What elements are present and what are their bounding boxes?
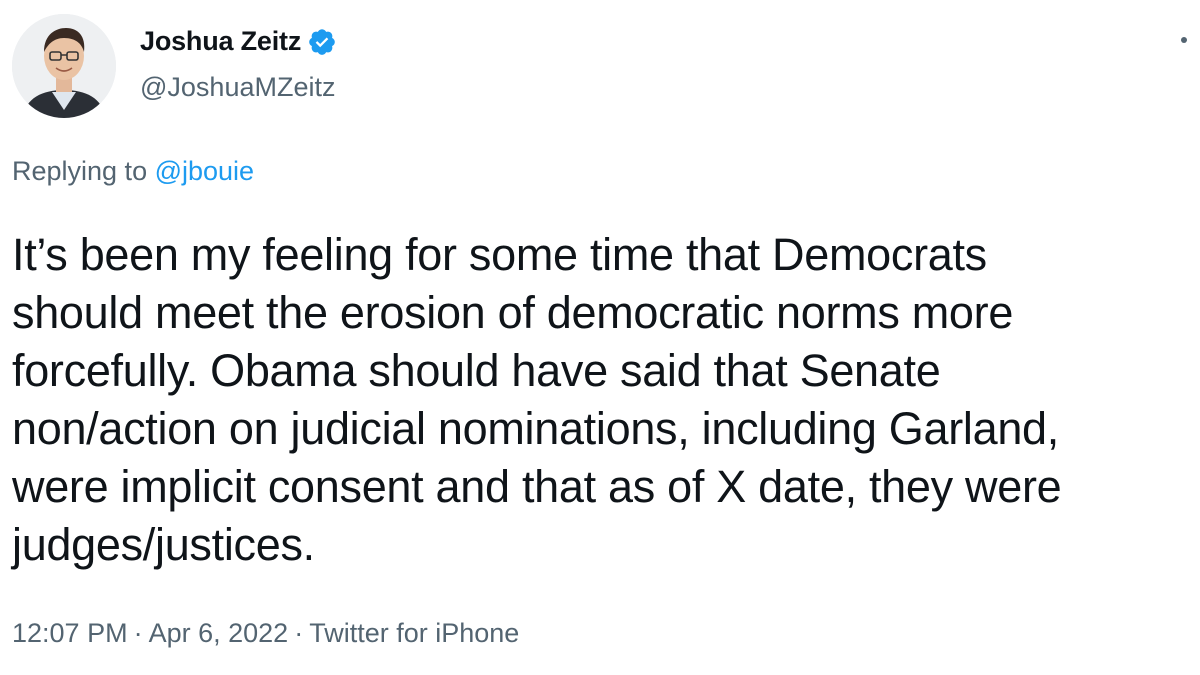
tweet-body-line: It’s been my feeling for some time that … <box>12 229 987 280</box>
tweet-time[interactable]: 12:07 PM <box>12 618 128 648</box>
author-display-name[interactable]: Joshua Zeitz <box>140 26 301 57</box>
meta-separator: · <box>133 618 143 648</box>
tweet-body: It’s been my feeling for some time that … <box>12 226 1192 574</box>
avatar-image <box>12 14 116 118</box>
tweet-body-line: should meet the erosion of democratic no… <box>12 287 1014 338</box>
verified-badge-icon <box>307 27 337 57</box>
reply-mention-link[interactable]: @jbouie <box>155 156 254 186</box>
author-handle[interactable]: @JoshuaMZeitz <box>140 72 335 103</box>
tweet-body-line: judges/justices. <box>12 519 315 570</box>
more-options-dot <box>1181 37 1187 43</box>
author-name-row: Joshua Zeitz <box>140 26 337 57</box>
tweet-card: Joshua Zeitz @JoshuaMZeitz Replying to @… <box>0 0 1200 675</box>
meta-separator: · <box>294 618 304 648</box>
tweet-date[interactable]: Apr 6, 2022 <box>149 618 289 648</box>
avatar[interactable] <box>12 14 116 118</box>
replying-to: Replying to @jbouie <box>12 156 254 187</box>
tweet-metadata: 12:07 PM · Apr 6, 2022 · Twitter for iPhone <box>12 618 519 649</box>
tweet-body-line: were implicit consent and that as of X d… <box>12 461 1062 512</box>
more-options-icon[interactable] <box>1174 30 1194 50</box>
tweet-body-line: non/action on judicial nominations, incl… <box>12 403 1059 454</box>
tweet-body-line: forcefully. Obama should have said that … <box>12 345 941 396</box>
replying-to-label: Replying to <box>12 156 155 186</box>
tweet-source: Twitter for iPhone <box>309 618 520 648</box>
